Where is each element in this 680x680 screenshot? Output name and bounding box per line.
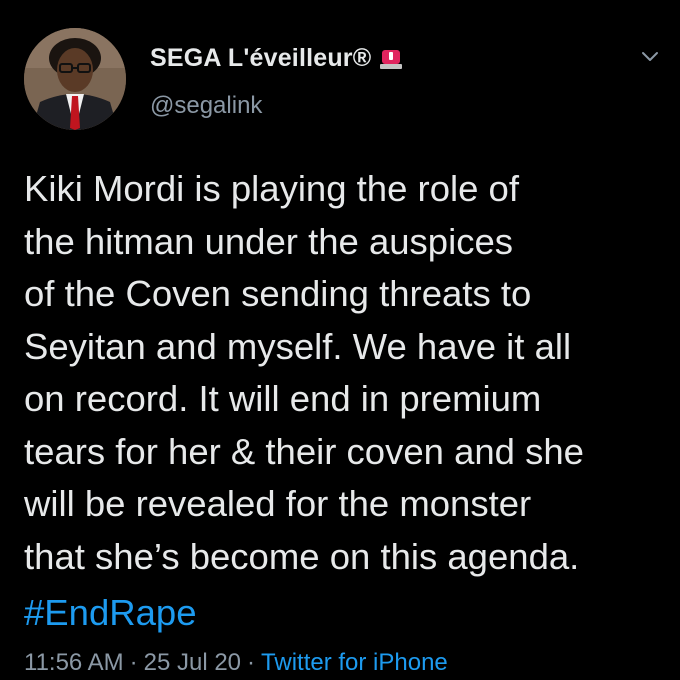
meta-separator: · (129, 649, 138, 676)
avatar-image (24, 28, 126, 130)
police-siren-icon (379, 48, 403, 70)
tweet-time: 11:56 AM (24, 649, 124, 676)
avatar[interactable] (24, 28, 126, 130)
author-handle[interactable]: @segalink (150, 92, 262, 120)
meta-separator: · (247, 649, 256, 676)
hashtag-link[interactable]: #EndRape (24, 587, 197, 639)
tweet: SEGA L'éveilleur® @segalink Kiki Mordi i… (0, 0, 680, 680)
author-name-row: SEGA L'éveilleur® (150, 44, 403, 73)
display-name[interactable]: SEGA L'éveilleur® (150, 44, 371, 73)
tweet-meta: 11:56 AM · 25 Jul 20 · Twitter for iPhone (24, 649, 448, 677)
tweet-text: Kiki Mordi is playing the role of the hi… (24, 168, 584, 577)
tweet-source-link[interactable]: Twitter for iPhone (261, 649, 448, 676)
tweet-date: 25 Jul 20 (143, 649, 242, 676)
chevron-down-icon[interactable] (638, 44, 662, 68)
